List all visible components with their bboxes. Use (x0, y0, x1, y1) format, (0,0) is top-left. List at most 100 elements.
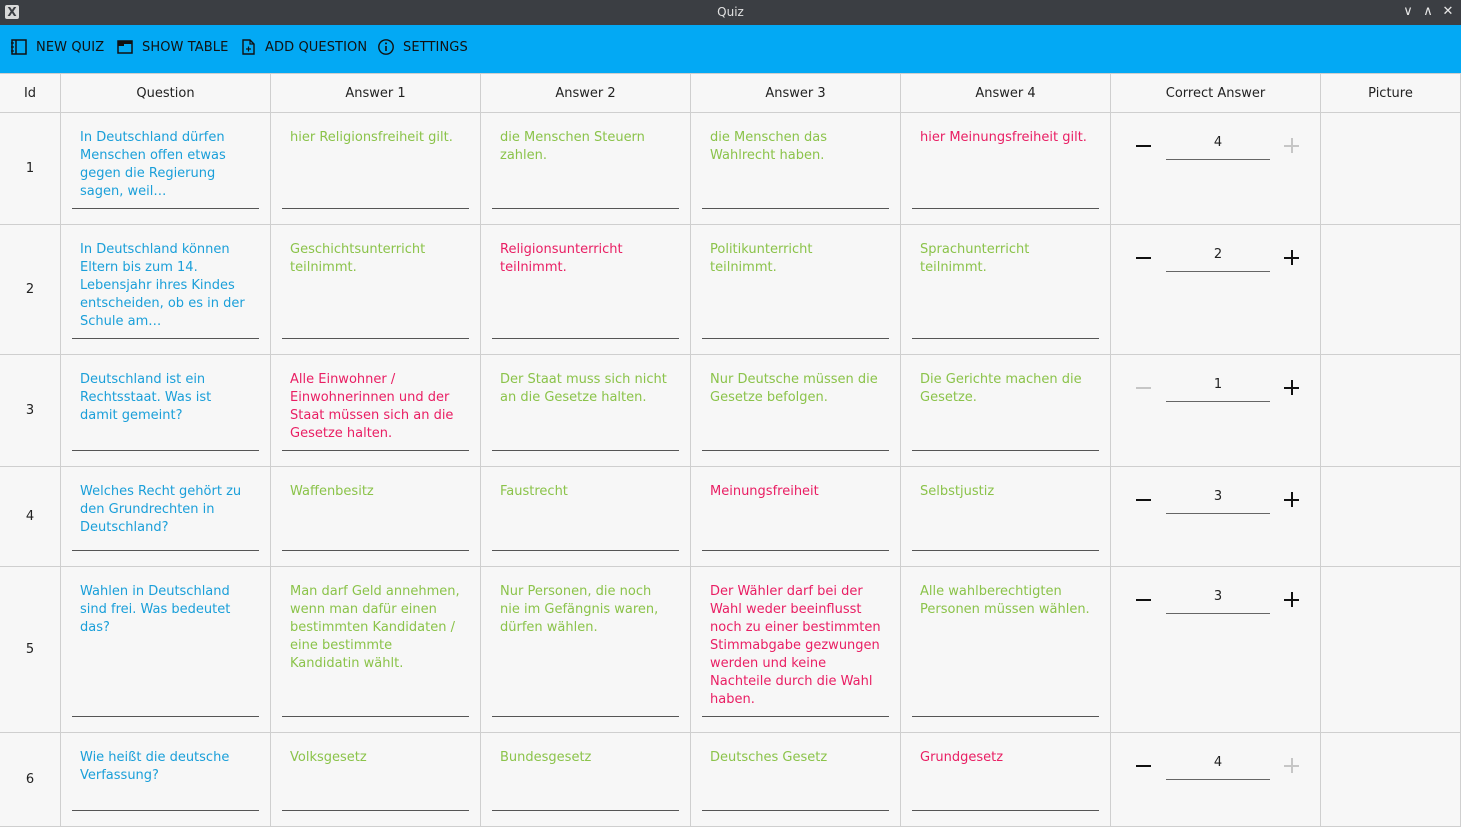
question-text[interactable]: In Deutschland dürfen Menschen offen etw… (80, 129, 252, 201)
cell-question[interactable]: Welches Recht gehört zu den Grundrechten… (61, 467, 271, 567)
answer-text[interactable]: Politikunterricht teilnimmt. (710, 241, 882, 277)
maximize-icon[interactable]: ∧ (1420, 4, 1436, 20)
answer-text[interactable]: Religionsunterricht teilnimmt. (500, 241, 672, 277)
increment-icon[interactable] (1283, 757, 1301, 775)
correct-answer-value[interactable]: 3 (1166, 589, 1270, 604)
cell-picture[interactable] (1321, 355, 1461, 467)
answer-text[interactable]: Sprachunterricht teilnimmt. (920, 241, 1092, 277)
header-correct-answer[interactable]: Correct Answer (1111, 73, 1321, 113)
decrement-icon[interactable] (1135, 491, 1153, 509)
cell-answer-4[interactable]: Sprachunterricht teilnimmt. (901, 225, 1111, 355)
answer-text[interactable]: Der Wähler darf bei der Wahl weder beein… (710, 583, 882, 709)
cell-answer-3[interactable]: Nur Deutsche müssen die Gesetze befolgen… (691, 355, 901, 467)
header-picture[interactable]: Picture (1321, 73, 1461, 113)
increment-icon[interactable] (1283, 249, 1301, 267)
answer-text[interactable]: Selbstjustiz (920, 483, 1092, 501)
header-id[interactable]: Id (0, 73, 61, 113)
header-answer-2[interactable]: Answer 2 (481, 73, 691, 113)
cell-answer-1[interactable]: Alle Einwohner / Einwohnerinnen und der … (271, 355, 481, 467)
answer-text[interactable]: Volksgesetz (290, 749, 462, 767)
cell-answer-1[interactable]: Waffenbesitz (271, 467, 481, 567)
question-text[interactable]: Wahlen in Deutschland sind frei. Was bed… (80, 583, 252, 637)
answer-text[interactable]: hier Religionsfreiheit gilt. (290, 129, 462, 147)
cell-picture[interactable] (1321, 113, 1461, 225)
cell-picture[interactable] (1321, 567, 1461, 733)
cell-question[interactable]: Wahlen in Deutschland sind frei. Was bed… (61, 567, 271, 733)
correct-answer-value[interactable]: 3 (1166, 489, 1270, 504)
decrement-icon[interactable] (1135, 249, 1153, 267)
cell-answer-2[interactable]: Religionsunterricht teilnimmt. (481, 225, 691, 355)
question-text[interactable]: Welches Recht gehört zu den Grundrechten… (80, 483, 252, 537)
cell-answer-2[interactable]: Der Staat muss sich nicht an die Gesetze… (481, 355, 691, 467)
cell-answer-4[interactable]: Alle wahlberechtigten Personen müssen wä… (901, 567, 1111, 733)
correct-answer-value[interactable]: 4 (1166, 135, 1270, 150)
cell-answer-2[interactable]: die Menschen Steuern zahlen. (481, 113, 691, 225)
cell-picture[interactable] (1321, 225, 1461, 355)
header-answer-4[interactable]: Answer 4 (901, 73, 1111, 113)
answer-text[interactable]: Nur Personen, die noch nie im Gefängnis … (500, 583, 672, 637)
cell-answer-2[interactable]: Nur Personen, die noch nie im Gefängnis … (481, 567, 691, 733)
cell-answer-1[interactable]: Man darf Geld annehmen, wenn man dafür e… (271, 567, 481, 733)
answer-text[interactable]: Waffenbesitz (290, 483, 462, 501)
answer-text[interactable]: Man darf Geld annehmen, wenn man dafür e… (290, 583, 462, 673)
decrement-icon[interactable] (1135, 379, 1153, 397)
answer-text[interactable]: Nur Deutsche müssen die Gesetze befolgen… (710, 371, 882, 407)
question-text[interactable]: In Deutschland können Eltern bis zum 14.… (80, 241, 252, 331)
cell-question[interactable]: Wie heißt die deutsche Verfassung? (61, 733, 271, 827)
cell-answer-4[interactable]: Grundgesetz (901, 733, 1111, 827)
show-table-button[interactable]: SHOW TABLE (116, 25, 228, 69)
correct-answer-value[interactable]: 1 (1166, 377, 1270, 392)
minimize-icon[interactable]: ∨ (1400, 4, 1416, 20)
cell-answer-3[interactable]: Deutsches Gesetz (691, 733, 901, 827)
cell-question[interactable]: In Deutschland dürfen Menschen offen etw… (61, 113, 271, 225)
cell-answer-4[interactable]: Die Gerichte machen die Gesetze. (901, 355, 1111, 467)
answer-text[interactable]: Grundgesetz (920, 749, 1092, 767)
cell-answer-3[interactable]: die Menschen das Wahlrecht haben. (691, 113, 901, 225)
answer-text[interactable]: Bundesgesetz (500, 749, 672, 767)
question-text[interactable]: Wie heißt die deutsche Verfassung? (80, 749, 252, 785)
header-question[interactable]: Question (61, 73, 271, 113)
header-answer-1[interactable]: Answer 1 (271, 73, 481, 113)
decrement-icon[interactable] (1135, 591, 1153, 609)
cell-picture[interactable] (1321, 733, 1461, 827)
cell-question[interactable]: In Deutschland können Eltern bis zum 14.… (61, 225, 271, 355)
cell-answer-1[interactable]: Volksgesetz (271, 733, 481, 827)
cell-question[interactable]: Deutschland ist ein Rechtsstaat. Was ist… (61, 355, 271, 467)
answer-text[interactable]: die Menschen das Wahlrecht haben. (710, 129, 882, 165)
cell-answer-4[interactable]: Selbstjustiz (901, 467, 1111, 567)
answer-text[interactable]: Meinungsfreiheit (710, 483, 882, 501)
new-quiz-button[interactable]: NEW QUIZ (10, 25, 104, 69)
decrement-icon[interactable] (1135, 137, 1153, 155)
answer-text[interactable]: Die Gerichte machen die Gesetze. (920, 371, 1092, 407)
increment-icon[interactable] (1283, 591, 1301, 609)
correct-answer-value[interactable]: 4 (1166, 755, 1270, 770)
increment-icon[interactable] (1283, 379, 1301, 397)
header-answer-3[interactable]: Answer 3 (691, 73, 901, 113)
answer-text[interactable]: Alle wahlberechtigten Personen müssen wä… (920, 583, 1092, 619)
add-question-button[interactable]: ADD QUESTION (239, 25, 367, 69)
question-text[interactable]: Deutschland ist ein Rechtsstaat. Was ist… (80, 371, 252, 425)
decrement-icon[interactable] (1135, 757, 1153, 775)
settings-button[interactable]: SETTINGS (377, 25, 468, 69)
close-icon[interactable]: ✕ (1440, 4, 1456, 20)
answer-text[interactable]: Der Staat muss sich nicht an die Gesetze… (500, 371, 672, 407)
increment-icon[interactable] (1283, 491, 1301, 509)
cell-answer-1[interactable]: hier Religionsfreiheit gilt. (271, 113, 481, 225)
cell-answer-3[interactable]: Der Wähler darf bei der Wahl weder beein… (691, 567, 901, 733)
increment-icon[interactable] (1283, 137, 1301, 155)
cell-answer-2[interactable]: Bundesgesetz (481, 733, 691, 827)
cell-picture[interactable] (1321, 467, 1461, 567)
answer-text[interactable]: Geschichtsunterricht teilnimmt. (290, 241, 462, 277)
answer-text[interactable]: Faustrecht (500, 483, 672, 501)
cell-answer-1[interactable]: Geschichtsunterricht teilnimmt. (271, 225, 481, 355)
correct-answer-value[interactable]: 2 (1166, 247, 1270, 262)
answer-text[interactable]: hier Meinungsfreiheit gilt. (920, 129, 1092, 147)
answer-text[interactable]: die Menschen Steuern zahlen. (500, 129, 672, 165)
cell-answer-4[interactable]: hier Meinungsfreiheit gilt. (901, 113, 1111, 225)
answer-text[interactable]: Deutsches Gesetz (710, 749, 882, 767)
cell-answer-3[interactable]: Meinungsfreiheit (691, 467, 901, 567)
answer-text[interactable]: Alle Einwohner / Einwohnerinnen und der … (290, 371, 462, 443)
cell-answer-2[interactable]: Faustrecht (481, 467, 691, 567)
cell-answer-3[interactable]: Politikunterricht teilnimmt. (691, 225, 901, 355)
cell-id: 1 (0, 113, 61, 225)
